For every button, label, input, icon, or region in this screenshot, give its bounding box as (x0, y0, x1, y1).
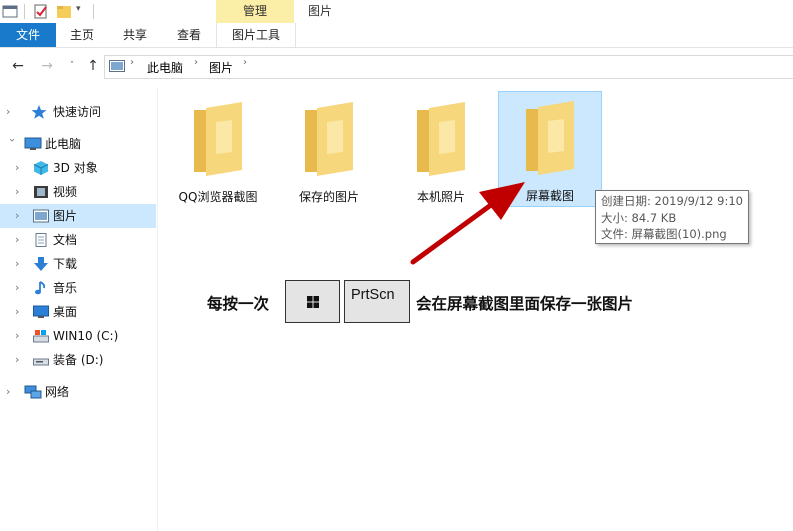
sidebar-item-this-pc[interactable]: › 此电脑 (0, 132, 156, 156)
tab-home[interactable]: 主页 (56, 23, 108, 47)
video-icon (34, 186, 48, 198)
toolbar-divider (93, 4, 94, 19)
context-tab-manage[interactable]: 管理 (216, 0, 294, 23)
sidebar-item-drive-c[interactable]: › WIN10 (C:) (0, 324, 156, 348)
folder-icon (417, 102, 465, 176)
chevron-right-icon[interactable]: › (6, 380, 18, 404)
tooltip-created-date: 创建日期: 2019/9/12 9:10 (601, 194, 743, 208)
document-icon (35, 233, 47, 247)
ribbon-tabs: 文件 主页 共享 查看 图片工具 (0, 23, 793, 48)
tooltip-files: 文件: 屏幕截图(10).png (601, 227, 727, 241)
instruction-prefix: 每按一次 (207, 295, 270, 313)
instruction-annotation: 每按一次 PrtScn 会在屏幕截图里面保存一张图片 (207, 280, 677, 326)
properties-icon[interactable] (33, 3, 49, 20)
chevron-right-icon[interactable]: › (15, 204, 27, 228)
prtscn-key: PrtScn (344, 280, 410, 323)
pictures-icon (33, 209, 49, 223)
chevron-right-icon[interactable]: › (15, 252, 27, 276)
chevron-right-icon[interactable]: › (15, 228, 27, 252)
tab-picture-tools[interactable]: 图片工具 (216, 23, 296, 47)
folder-icon (194, 102, 242, 176)
breadcrumb-separator-icon[interactable]: › (194, 57, 198, 68)
tab-file[interactable]: 文件 (0, 23, 56, 47)
breadcrumb-separator-icon[interactable]: › (130, 57, 134, 68)
sidebar-item-drive-d[interactable]: › 装备 (D:) (0, 348, 156, 372)
folder-saved-pictures[interactable]: 保存的图片 (277, 92, 381, 208)
chevron-right-icon[interactable]: › (6, 100, 18, 124)
star-icon (31, 105, 47, 119)
folder-icon (526, 101, 574, 175)
sidebar-item-documents[interactable]: › 文档 (0, 228, 156, 252)
window-title: 图片 (308, 4, 333, 18)
instruction-suffix: 会在屏幕截图里面保存一张图片 (416, 295, 634, 313)
chevron-right-icon[interactable]: › (15, 180, 27, 204)
up-arrow-icon[interactable]: ↑ (84, 57, 102, 75)
sidebar-item-videos[interactable]: › 视频 (0, 180, 156, 204)
sidebar-item-network[interactable]: › 网络 (0, 380, 156, 404)
forward-arrow-icon[interactable]: → (38, 57, 56, 75)
drive-d-icon (33, 358, 49, 366)
chevron-right-icon[interactable]: › (15, 348, 27, 372)
customize-toolbar-icon[interactable]: ▾ (76, 4, 81, 14)
desktop-icon (33, 305, 49, 318)
tab-view[interactable]: 查看 (162, 23, 216, 47)
sidebar-item-downloads[interactable]: › 下载 (0, 252, 156, 276)
computer-icon (24, 137, 42, 150)
window-icon (2, 5, 18, 18)
music-icon (35, 281, 46, 295)
new-folder-icon[interactable] (56, 3, 72, 20)
navigation-pane: › 快速访问 › 此电脑 › 3D 对象 › 视频 › 图片 › 文档 › 下载… (0, 88, 158, 531)
chevron-right-icon[interactable]: › (15, 300, 27, 324)
recent-locations-chevron-icon[interactable]: ˅ (63, 57, 81, 75)
sidebar-item-music[interactable]: › 音乐 (0, 276, 156, 300)
chevron-right-icon[interactable]: › (15, 324, 27, 348)
pictures-location-icon (109, 60, 125, 72)
breadcrumb-this-pc[interactable]: 此电脑 (147, 59, 183, 76)
breadcrumb-separator-icon[interactable]: › (243, 57, 247, 68)
folder-tooltip: 创建日期: 2019/9/12 9:10 大小: 84.7 KB 文件: 屏幕截… (595, 190, 749, 244)
chevron-right-icon[interactable]: › (15, 156, 27, 180)
sidebar-item-desktop[interactable]: › 桌面 (0, 300, 156, 324)
sidebar-item-3d-objects[interactable]: › 3D 对象 (0, 156, 156, 180)
windows-key (285, 280, 340, 323)
address-bar[interactable]: › 此电脑 › 图片 › (104, 55, 793, 79)
windows-logo-icon (307, 296, 319, 308)
folder-icon (305, 102, 353, 176)
toolbar-divider (24, 4, 25, 19)
back-arrow-icon[interactable]: ← (9, 57, 27, 75)
drive-c-icon (33, 330, 49, 343)
title-bar: ▾ (0, 0, 793, 23)
breadcrumb-pictures[interactable]: 图片 (209, 59, 233, 76)
sidebar-item-quick-access[interactable]: › 快速访问 (0, 100, 156, 124)
cube-icon (33, 161, 49, 175)
chevron-down-icon[interactable]: › (0, 138, 24, 150)
tooltip-size: 大小: 84.7 KB (601, 210, 677, 225)
folder-qq-browser-screenshots[interactable]: QQ浏览器截图 (166, 92, 270, 208)
tab-share[interactable]: 共享 (108, 23, 162, 47)
sidebar-item-pictures[interactable]: › 图片 (0, 204, 156, 228)
download-icon (34, 257, 48, 271)
chevron-right-icon[interactable]: › (15, 276, 27, 300)
network-icon (24, 385, 42, 399)
annotation-arrow-icon (410, 182, 525, 265)
